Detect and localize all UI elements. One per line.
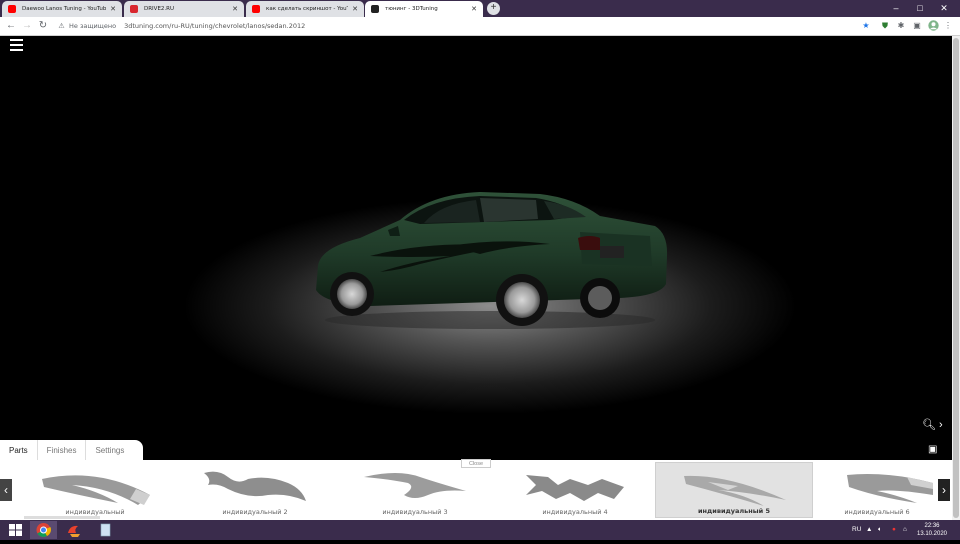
decal-thumbnail: [42, 475, 150, 505]
back-icon[interactable]: ←: [4, 19, 18, 33]
language-indicator[interactable]: RU: [852, 520, 861, 540]
decal-thumbnail: [526, 475, 624, 501]
3dtuning-icon: [371, 5, 379, 13]
browser-tab-strip: Daewoo Lanos Tuning - YouTube ✕ DRIVE2.R…: [0, 0, 960, 17]
tab-settings[interactable]: Settings: [86, 440, 133, 461]
warning-icon[interactable]: ⚠: [58, 19, 65, 34]
browser-tab-active[interactable]: тюнинг - 3DTuning ✕: [365, 1, 483, 17]
decal-item[interactable]: индивидуальный: [16, 462, 174, 518]
clock-date: 13.10.2020: [916, 531, 948, 537]
taskbar-clock[interactable]: 22:36 13.10.2020: [912, 522, 952, 538]
close-window-icon[interactable]: ✕: [932, 0, 956, 17]
carousel-scrollbar[interactable]: [24, 516, 100, 519]
decal-item[interactable]: индивидуальный 2: [176, 462, 334, 518]
tab-finishes[interactable]: Finishes: [38, 440, 87, 461]
windows-start-icon[interactable]: [2, 521, 29, 539]
browser-tab[interactable]: DRIVE2.RU ✕: [124, 1, 244, 17]
close-tab-icon[interactable]: ✕: [352, 5, 358, 13]
hamburger-menu-icon[interactable]: [10, 39, 23, 51]
app-tray-icon[interactable]: ●: [892, 520, 896, 540]
youtube-icon: [8, 5, 16, 13]
forward-icon[interactable]: →: [20, 19, 34, 33]
extensions-icon[interactable]: ✱: [895, 20, 907, 32]
close-tab-icon[interactable]: ✕: [471, 5, 477, 13]
decal-thumbnail: [364, 473, 466, 498]
decal-item[interactable]: индивидуальный 4: [496, 462, 654, 518]
drive2-icon: [130, 5, 138, 13]
car-model[interactable]: [300, 180, 680, 330]
decal-thumbnail: [204, 471, 306, 501]
scrollbar-thumb[interactable]: [953, 38, 959, 518]
extension-icon[interactable]: ▣: [911, 20, 923, 32]
browser-toolbar: ← → ↻ ⚠ Не защищено 3dtuning.com/ru-RU/tun…: [0, 17, 960, 36]
reload-icon[interactable]: ↻: [36, 19, 50, 33]
volume-icon[interactable]: 🔈︎: [878, 520, 882, 540]
address-bar[interactable]: ⚠ Не защищено 3dtuning.com/ru-RU/tuning/ch…: [54, 19, 864, 34]
panel-tabs: Parts Finishes Settings: [0, 440, 143, 461]
browser-tab[interactable]: как сделать скриншот - YouTube ✕: [246, 1, 364, 17]
network-icon[interactable]: ⌂: [903, 520, 907, 540]
maximize-icon[interactable]: □: [908, 0, 932, 17]
page-scrollbar[interactable]: [952, 36, 960, 520]
browser-tab[interactable]: Daewoo Lanos Tuning - YouTube ✕: [2, 1, 122, 17]
decal-thumbnail: [684, 475, 786, 506]
zoom-in-icon[interactable]: 🔍︎ ›: [922, 418, 943, 431]
carousel-next-button[interactable]: ›: [938, 479, 950, 501]
new-tab-button[interactable]: +: [487, 2, 500, 15]
chrome-icon[interactable]: [30, 521, 57, 539]
windows-taskbar: RU ▲ 🔈︎ ● ⌂ 22:36 13.10.2020: [0, 520, 960, 540]
bookmark-star-icon[interactable]: ★: [860, 20, 872, 32]
decal-item[interactable]: индивидуальный 3: [336, 462, 494, 518]
decal-thumbnail: [847, 474, 933, 503]
profile-avatar-icon[interactable]: [927, 20, 939, 32]
notepad-icon[interactable]: [92, 521, 119, 539]
decal-item-selected[interactable]: индивидуальный 5: [655, 462, 813, 518]
menu-icon[interactable]: ⋮: [942, 20, 954, 32]
tray-overflow-icon[interactable]: ▲: [866, 520, 872, 540]
close-tab-icon[interactable]: ✕: [110, 5, 116, 13]
youtube-icon: [252, 5, 260, 13]
minimize-icon[interactable]: –: [884, 0, 908, 17]
carousel-prev-button[interactable]: ‹: [0, 479, 12, 501]
decal-item[interactable]: индивидуальный 6: [815, 462, 939, 518]
app-icon[interactable]: [60, 521, 87, 539]
clock-time: 22:36: [924, 523, 940, 529]
tab-parts[interactable]: Parts: [0, 440, 38, 461]
save-icon[interactable]: ▣: [928, 444, 937, 455]
close-tab-icon[interactable]: ✕: [232, 5, 238, 13]
shield-icon[interactable]: ⛊: [879, 20, 891, 32]
